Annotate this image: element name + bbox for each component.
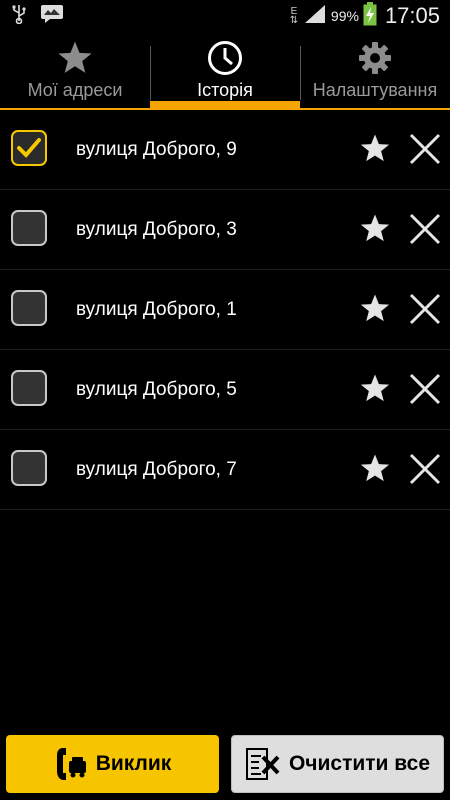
delete-x-icon[interactable]: [408, 213, 442, 250]
address-label: вулиця Доброго, 3: [76, 219, 237, 240]
call-button[interactable]: Виклик: [6, 735, 219, 793]
history-list: вулиця Доброго, 9 вулиця Доброго, 3 вули…: [0, 110, 450, 510]
tab-label: Налаштування: [312, 80, 438, 100]
favorite-star-icon[interactable]: [359, 213, 391, 249]
address-label: вулиця Доброго, 9: [76, 139, 237, 160]
favorite-star-icon[interactable]: [359, 293, 391, 329]
status-bar: E ⇅ 99% 17:05: [0, 0, 450, 32]
delete-x-icon[interactable]: [408, 133, 442, 170]
list-item[interactable]: вулиця Доброго, 3: [0, 190, 450, 270]
tab-divider: [150, 46, 151, 100]
select-checkbox[interactable]: [11, 450, 47, 486]
select-checkbox[interactable]: [11, 130, 47, 166]
usb-icon: [12, 4, 26, 29]
tab-divider: [300, 46, 301, 100]
select-checkbox[interactable]: [11, 290, 47, 326]
address-label: вулиця Доброго, 5: [76, 379, 237, 400]
star-icon: [56, 40, 94, 81]
favorite-star-icon[interactable]: [359, 373, 391, 409]
tab-my-addresses[interactable]: Мої адреси: [0, 32, 150, 108]
address-label: вулиця Доброго, 7: [76, 459, 237, 480]
message-icon: [40, 4, 64, 29]
call-button-label: Виклик: [95, 752, 172, 775]
list-item[interactable]: вулиця Доброго, 7: [0, 430, 450, 510]
phone-taxi-icon: [56, 748, 86, 780]
select-checkbox[interactable]: [11, 370, 47, 406]
clear-all-button[interactable]: Очистити все: [231, 735, 444, 793]
clock-icon: [207, 40, 243, 81]
battery-charging-icon: [363, 1, 377, 31]
gear-icon: [357, 40, 393, 81]
favorite-star-icon[interactable]: [359, 133, 391, 169]
tab-history[interactable]: Історія: [150, 32, 300, 108]
delete-x-icon[interactable]: [408, 293, 442, 330]
list-item[interactable]: вулиця Доброго, 9: [0, 110, 450, 190]
clock-time: 17:05: [384, 3, 440, 28]
select-checkbox[interactable]: [11, 210, 47, 246]
delete-x-icon[interactable]: [408, 373, 442, 410]
checkmark-icon: [17, 138, 41, 158]
list-item[interactable]: вулиця Доброго, 5: [0, 350, 450, 430]
signal-icon: [303, 4, 327, 29]
clear-all-label: Очистити все: [288, 752, 431, 775]
clear-list-icon: [245, 748, 280, 780]
list-item[interactable]: вулиця Доброго, 1: [0, 270, 450, 350]
tab-label: Історія: [197, 80, 253, 100]
tab-label: Мої адреси: [27, 80, 123, 100]
favorite-star-icon[interactable]: [359, 453, 391, 489]
battery-percent: 99%: [330, 8, 359, 24]
address-label: вулиця Доброго, 1: [76, 299, 237, 320]
tab-bar: Мої адреси Історія Налаштування: [0, 32, 450, 110]
delete-x-icon[interactable]: [408, 453, 442, 490]
network-type: E ⇅: [289, 6, 299, 26]
tab-settings[interactable]: Налаштування: [300, 32, 450, 108]
